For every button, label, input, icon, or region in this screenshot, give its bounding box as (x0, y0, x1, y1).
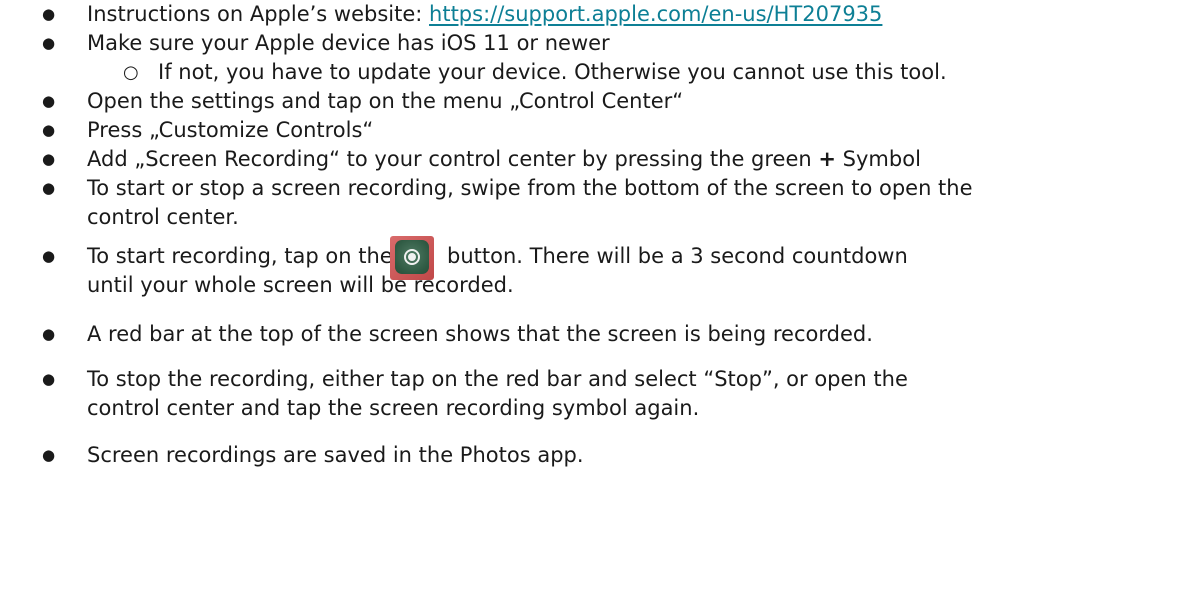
bullet-item-photos-app: Screen recordings are saved in the Photo… (0, 441, 1180, 470)
bullet-icon (42, 320, 55, 349)
bullet-icon (42, 116, 55, 145)
bullet-item-open-settings: Open the settings and tap on the menu „C… (0, 87, 1180, 116)
document-body: Instructions on Apple’s website: https:/… (0, 0, 1180, 615)
bullet-text-line-2: control center and tap the screen record… (87, 396, 700, 420)
bullet-item-customize-controls: Press „Customize Controls“ (0, 116, 1180, 145)
bullet-icon (42, 87, 55, 116)
sub-bullet-text: If not, you have to update your device. … (158, 60, 947, 84)
bullet-text-line-1: To stop the recording, either tap on the… (87, 367, 908, 391)
bullet-text: Screen recordings are saved in the Photo… (87, 443, 584, 467)
bullet-item-red-bar: A red bar at the top of the screen shows… (0, 320, 1180, 349)
bullet-item-stop-recording: To stop the recording, either tap on the… (0, 365, 1180, 423)
bullet-icon (42, 29, 55, 58)
screen-record-icon-body (395, 240, 429, 274)
apple-support-link[interactable]: https://support.apple.com/en-us/HT207935 (429, 2, 882, 26)
bullet-text-line-1b: button. There will be a 3 second countdo… (447, 244, 908, 268)
bullet-icon (42, 441, 55, 470)
bullet-icon (42, 365, 55, 394)
bullet-text-line-1a: To start recording, tap on the (87, 244, 393, 268)
bullet-text: Instructions on Apple’s website: https:/… (87, 0, 882, 29)
symbol-word: Symbol (836, 147, 921, 171)
sub-bullet-item-update-device: If not, you have to update your device. … (0, 58, 1180, 87)
sub-bullet-icon (123, 58, 139, 87)
bullet-text: Add „Screen Recording“ to your control c… (87, 145, 921, 174)
bullet-text: A red bar at the top of the screen shows… (87, 322, 873, 346)
bullet-text-line-2: until your whole screen will be recorded… (87, 273, 514, 297)
bullet-text-line-1: To start or stop a screen recording, swi… (87, 176, 973, 200)
bullet-icon (42, 0, 55, 29)
plus-symbol: + (818, 147, 836, 171)
screen-record-dot (408, 253, 416, 261)
bullet-item-apple-instructions: Instructions on Apple’s website: https:/… (0, 0, 1180, 29)
add-screen-recording-text: Add „Screen Recording“ to your control c… (87, 147, 819, 171)
bullet-item-open-control-center: To start or stop a screen recording, swi… (0, 174, 1180, 232)
bullet-item-ios-version: Make sure your Apple device has iOS 11 o… (0, 29, 1180, 58)
apple-instructions-label: Instructions on Apple’s website: (87, 2, 430, 26)
bullet-text: Press „Customize Controls“ (87, 118, 374, 142)
bullet-item-start-recording: To start recording, tap on the button. T… (0, 236, 1180, 300)
bullet-text: Make sure your Apple device has iOS 11 o… (87, 31, 610, 55)
bullet-text-line-2: control center. (87, 205, 239, 229)
bullet-item-add-screen-recording: Add „Screen Recording“ to your control c… (0, 145, 1180, 174)
bullet-icon (42, 242, 55, 271)
bullet-text: Open the settings and tap on the menu „C… (87, 89, 684, 113)
bullet-icon (42, 174, 55, 203)
bullet-icon (42, 145, 55, 174)
